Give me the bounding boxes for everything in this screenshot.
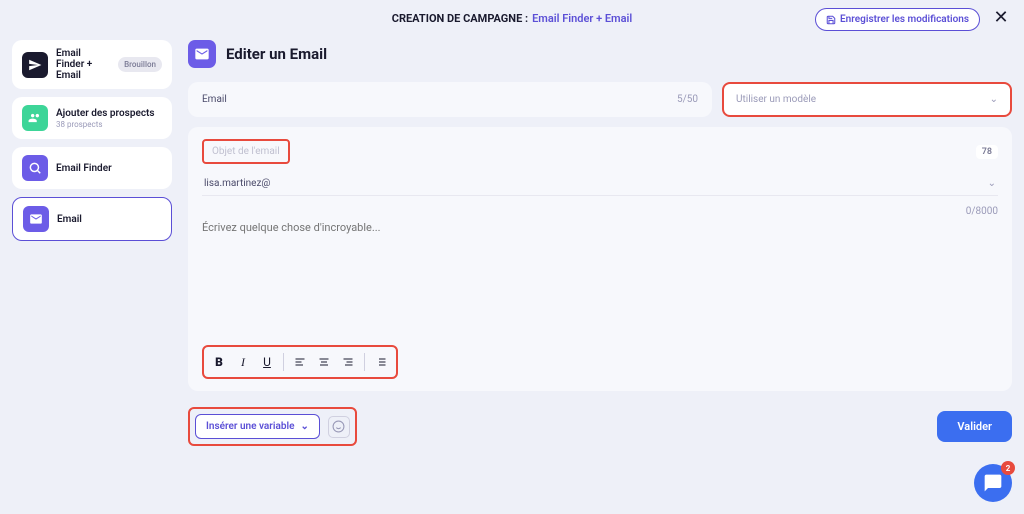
sidebar-item-label: Email Finder <box>56 163 112 174</box>
email-label: Email <box>202 94 227 105</box>
body-char-count: 0/8000 <box>202 202 998 221</box>
finder-icon <box>22 155 48 181</box>
sidebar: Email Finder + Email Brouillon Ajouter d… <box>12 36 172 446</box>
italic-button[interactable]: I <box>232 351 254 373</box>
insert-variable-button[interactable]: Insérer une variable ⌄ <box>195 414 320 439</box>
sidebar-item-prospects[interactable]: Ajouter des prospects 38 prospects <box>12 97 172 139</box>
email-label-card: Email 5/50 <box>188 82 712 117</box>
campaign-creation-label: CREATION DE CAMPAGNE : <box>392 12 528 25</box>
variable-insert-group: Insérer une variable ⌄ <box>188 407 357 446</box>
toolbar-divider <box>283 353 284 371</box>
subject-input[interactable]: Objet de l'email <box>202 139 290 164</box>
sidebar-item-label: Email Finder + Email <box>56 48 110 81</box>
page-title: Editer un Email <box>226 45 327 63</box>
prospects-count: 38 prospects <box>56 120 162 129</box>
sidebar-item-campaign[interactable]: Email Finder + Email Brouillon <box>12 40 172 89</box>
underline-button[interactable]: U <box>256 351 278 373</box>
template-placeholder: Utiliser un modèle <box>736 94 816 105</box>
format-toolbar: B I U <box>202 345 398 379</box>
align-right-button[interactable] <box>337 351 359 373</box>
emoji-button[interactable] <box>328 416 350 438</box>
insert-variable-label: Insérer une variable <box>206 421 294 432</box>
sender-email: lisa.martinez@ <box>204 178 270 189</box>
sidebar-item-finder[interactable]: Email Finder <box>12 147 172 189</box>
editor-card: Objet de l'email 78 lisa.martinez@ ⌄ 0/8… <box>188 127 1012 391</box>
sidebar-item-email[interactable]: Email <box>12 197 172 241</box>
email-icon <box>23 206 49 232</box>
subject-count-badge: 78 <box>976 145 998 159</box>
email-header-icon <box>188 40 216 68</box>
save-icon <box>826 15 836 25</box>
chevron-down-icon: ⌄ <box>300 421 308 432</box>
campaign-name-link[interactable]: Email Finder + Email <box>532 12 632 25</box>
email-count: 5/50 <box>677 94 698 105</box>
save-button[interactable]: Enregistrer les modifications <box>815 8 980 31</box>
sidebar-item-label: Email <box>57 214 82 225</box>
prospects-icon <box>22 105 48 131</box>
template-select[interactable]: Utiliser un modèle ⌄ <box>722 82 1012 117</box>
chat-fab[interactable]: 2 <box>974 464 1012 502</box>
close-button[interactable]: ✕ <box>990 6 1012 28</box>
chevron-down-icon: ⌄ <box>988 178 996 189</box>
validate-button[interactable]: Valider <box>937 411 1012 442</box>
sender-select[interactable]: lisa.martinez@ ⌄ <box>202 172 998 196</box>
save-button-label: Enregistrer les modifications <box>840 14 969 25</box>
chevron-down-icon: ⌄ <box>990 94 998 105</box>
chat-icon <box>983 473 1003 493</box>
align-left-button[interactable] <box>289 351 311 373</box>
draft-badge: Brouillon <box>118 57 162 72</box>
sidebar-item-label: Ajouter des prospects <box>56 108 162 119</box>
campaign-icon <box>22 52 48 78</box>
align-center-button[interactable] <box>313 351 335 373</box>
toolbar-divider <box>364 353 365 371</box>
bold-button[interactable]: B <box>208 351 230 373</box>
close-icon: ✕ <box>993 7 1008 28</box>
list-button[interactable] <box>370 351 392 373</box>
chat-notification-badge: 2 <box>1001 461 1015 475</box>
body-textarea[interactable] <box>202 221 998 331</box>
